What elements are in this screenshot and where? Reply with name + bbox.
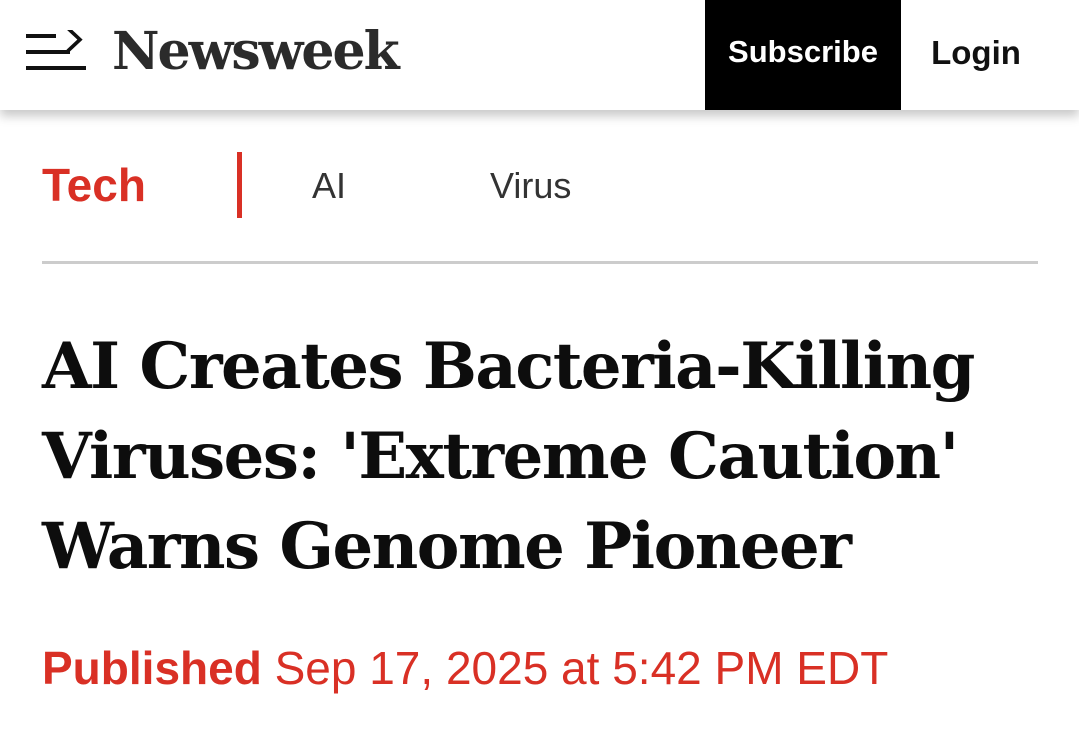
tag-ai[interactable]: AI xyxy=(312,164,346,208)
published-label: Published xyxy=(42,642,262,694)
login-button[interactable]: Login xyxy=(901,0,1051,110)
section-nav: Tech AI Virus xyxy=(0,110,1079,260)
section-title-tech[interactable]: Tech xyxy=(42,158,146,212)
article-headline: AI Creates Bacteria-Killing Viruses: 'Ex… xyxy=(42,329,975,584)
newsweek-logo[interactable]: Newsweek xyxy=(112,22,400,82)
published-date: Sep 17, 2025 at 5:42 PM EDT xyxy=(274,642,889,694)
publish-info: Published Sep 17, 2025 at 5:42 PM EDT xyxy=(42,640,888,696)
section-divider xyxy=(237,152,242,218)
menu-icon[interactable] xyxy=(26,30,86,74)
subscribe-button[interactable]: Subscribe xyxy=(705,0,901,110)
site-header: Newsweek Subscribe Login xyxy=(0,0,1079,110)
tag-virus[interactable]: Virus xyxy=(490,164,571,208)
horizontal-divider xyxy=(42,261,1038,264)
